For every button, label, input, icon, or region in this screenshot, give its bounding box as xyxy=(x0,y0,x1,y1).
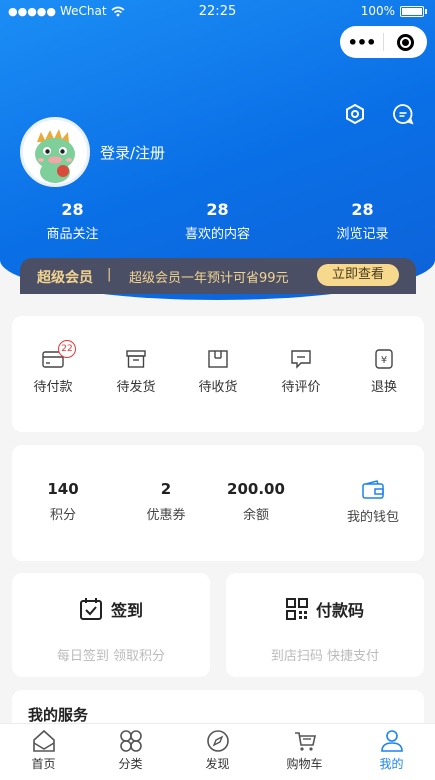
tab-label: 购物车 xyxy=(286,757,323,771)
asset-number: 140 xyxy=(47,480,79,498)
vip-description: 超级会员一年预计可省99元 xyxy=(129,271,289,286)
vip-banner: 超级会员 | 超级会员一年预计可省99元 立即查看 xyxy=(20,258,416,294)
tab-label: 发现 xyxy=(205,757,230,771)
cart-icon xyxy=(294,732,316,751)
box-icon xyxy=(126,350,146,368)
checkin-subtitle: 每日签到 领取积分 xyxy=(56,649,166,664)
asset-balance[interactable]: 200.00 余额 xyxy=(215,480,297,523)
order-card: 待付款 22 待发货 待收货 待评价 ¥ 退换 xyxy=(12,316,424,432)
order-pending-payment[interactable]: 待付款 22 xyxy=(18,340,88,395)
stat-liked[interactable]: 28 喜欢的内容 xyxy=(145,200,290,242)
capsule-close-button[interactable] xyxy=(384,33,427,51)
asset-number: 200.00 xyxy=(227,480,285,498)
asset-label: 余额 xyxy=(242,508,269,523)
vip-divider: | xyxy=(107,267,112,282)
asset-number: 2 xyxy=(160,480,172,498)
asset-label: 我的钱包 xyxy=(346,510,399,525)
tab-cart[interactable]: 购物车 xyxy=(261,724,348,780)
stat-label: 浏览记录 xyxy=(336,227,389,242)
calendar-check-icon xyxy=(79,598,102,620)
asset-label: 积分 xyxy=(49,508,76,523)
stat-label: 商品关注 xyxy=(46,227,99,242)
unpaid-count-badge: 22 xyxy=(58,340,76,358)
home-icon xyxy=(32,729,55,752)
order-pending-receipt[interactable]: 待收货 xyxy=(183,348,253,395)
order-label: 待付款 xyxy=(33,380,73,395)
stat-number: 28 xyxy=(61,200,84,219)
tab-category[interactable]: 分类 xyxy=(87,724,174,780)
order-pending-shipment[interactable]: 待发货 xyxy=(101,348,171,395)
wallet-icon xyxy=(362,480,384,499)
order-label: 待评价 xyxy=(281,380,321,395)
paycode-subtitle: 到店扫码 快捷支付 xyxy=(270,649,380,664)
order-label: 待发货 xyxy=(116,380,156,395)
settings-icon[interactable] xyxy=(344,103,366,125)
more-dots-icon[interactable]: ••• xyxy=(340,33,383,52)
miniprogram-capsule: ••• xyxy=(340,26,427,58)
comment-icon xyxy=(291,350,311,369)
message-icon[interactable] xyxy=(392,103,414,125)
tab-bar: 首页 分类 发现 购物车 我的 xyxy=(0,723,435,780)
battery-tip xyxy=(425,8,427,14)
paycode-title: 付款码 xyxy=(226,597,424,621)
asset-label: 优惠券 xyxy=(146,508,186,523)
order-refund[interactable]: ¥ 退换 xyxy=(349,348,419,395)
checkin-card[interactable]: 签到 每日签到 领取积分 xyxy=(12,573,210,677)
asset-points[interactable]: 140 积分 xyxy=(22,480,104,523)
battery-percent: 100% xyxy=(360,4,395,18)
stat-number: 28 xyxy=(351,200,374,219)
paycode-card[interactable]: 付款码 到店扫码 快捷支付 xyxy=(226,573,424,677)
checkin-label: 签到 xyxy=(110,601,143,620)
status-bar: ●●●●● WeChat 22:25 100% xyxy=(0,0,435,24)
services-title: 我的服务 xyxy=(28,706,89,724)
asset-wallet[interactable]: 我的钱包 xyxy=(332,480,414,525)
order-label: 待收货 xyxy=(198,380,238,395)
stat-number: 28 xyxy=(206,200,229,219)
order-label: 退换 xyxy=(370,380,397,395)
battery-icon xyxy=(400,5,424,17)
compass-icon xyxy=(206,730,229,752)
stat-history[interactable]: 28 浏览记录 xyxy=(290,200,435,242)
tab-label: 分类 xyxy=(118,757,143,771)
vip-title: 超级会员 xyxy=(37,270,93,286)
asset-coupons[interactable]: 2 优惠券 xyxy=(125,480,207,523)
tab-label: 我的 xyxy=(379,757,404,771)
tab-discover[interactable]: 发现 xyxy=(174,724,261,780)
vip-view-button[interactable]: 立即查看 xyxy=(317,264,399,286)
login-register-link[interactable]: 登录/注册 xyxy=(100,142,165,163)
refund-icon: ¥ xyxy=(375,349,393,369)
stat-label: 喜欢的内容 xyxy=(184,227,250,242)
target-close-icon xyxy=(397,33,414,51)
tab-home[interactable]: 首页 xyxy=(0,724,87,780)
qrcode-icon xyxy=(285,598,308,620)
tab-mine[interactable]: 我的 xyxy=(348,724,435,780)
order-pending-review[interactable]: 待评价 xyxy=(266,348,336,395)
checkin-title: 签到 xyxy=(12,597,210,621)
svg-text:¥: ¥ xyxy=(381,355,387,366)
tab-label: 首页 xyxy=(31,757,56,771)
paycode-label: 付款码 xyxy=(315,601,364,620)
assets-card: 140 积分 2 优惠券 200.00 余额 我的钱包 xyxy=(12,445,424,561)
category-icon xyxy=(119,730,142,752)
user-icon xyxy=(380,730,403,752)
avatar[interactable] xyxy=(20,117,90,187)
status-right: 100% xyxy=(361,4,427,18)
package-icon xyxy=(208,350,228,368)
stat-follow[interactable]: 28 商品关注 xyxy=(0,200,145,242)
dragon-mascot-avatar xyxy=(23,120,87,184)
